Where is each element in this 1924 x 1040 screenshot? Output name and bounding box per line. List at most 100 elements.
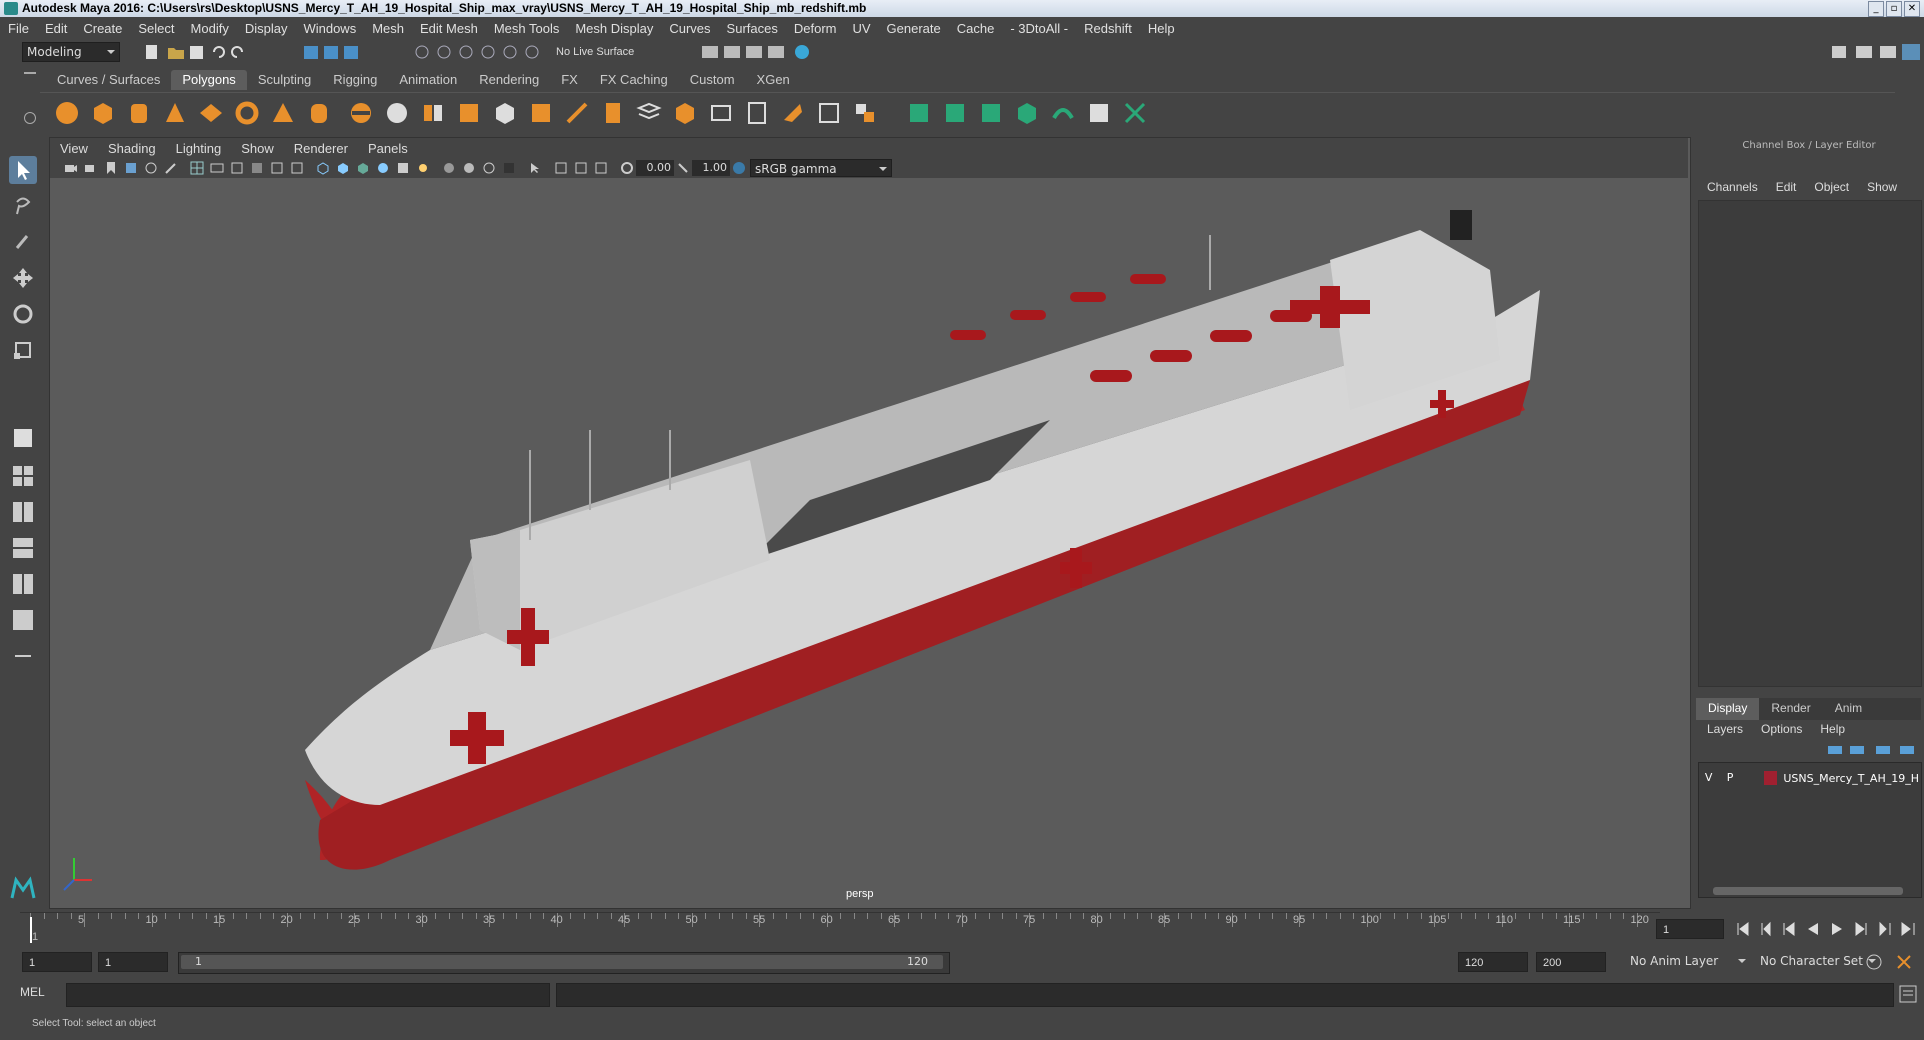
shelf-tab-rendering[interactable]: Rendering [468, 70, 550, 90]
poly-plane-icon[interactable] [198, 100, 224, 126]
poly-pyramid-icon[interactable] [270, 100, 296, 126]
layout-expand-icon[interactable] [9, 642, 37, 670]
shelf-tab-polygons[interactable]: Polygons [171, 70, 247, 90]
vp-menu-lighting[interactable]: Lighting [166, 141, 232, 156]
layer-playback-toggle[interactable]: P [1722, 770, 1737, 786]
render-icons-group[interactable] [700, 43, 820, 61]
range-slider-handle[interactable] [181, 955, 943, 969]
layout-outliner-icon[interactable] [9, 534, 37, 562]
smooth-icon[interactable] [456, 100, 482, 126]
multi-cut-icon[interactable] [708, 100, 734, 126]
menu-edit-mesh[interactable]: Edit Mesh [412, 21, 486, 36]
mode-selector[interactable]: Modeling [22, 42, 120, 62]
shelf-tab-fx-caching[interactable]: FX Caching [589, 70, 679, 90]
shaded-wire-icon[interactable] [356, 161, 370, 175]
live-surface-label[interactable]: No Live Surface [556, 43, 656, 61]
smooth-shade-icon[interactable] [336, 161, 350, 175]
layer-tab-anim[interactable]: Anim [1823, 698, 1874, 720]
layer-row[interactable]: V P USNS_Mercy_T_AH_19_H [1701, 769, 1919, 787]
layout-single-icon[interactable] [9, 424, 37, 452]
bevel-icon[interactable] [564, 100, 590, 126]
two-d-pan-icon[interactable] [144, 161, 158, 175]
layer-menu-help[interactable]: Help [1811, 722, 1854, 736]
cb-menu-show[interactable]: Show [1858, 180, 1906, 194]
fill-hole-icon[interactable] [672, 100, 698, 126]
shelf-tab-fx[interactable]: FX [550, 70, 589, 90]
wireframe-icon[interactable] [316, 161, 330, 175]
character-set-dropdown[interactable]: No Character Set [1756, 952, 1880, 972]
camera-lock-icon[interactable] [84, 161, 98, 175]
append-polygon-icon[interactable] [636, 100, 662, 126]
menu-curves[interactable]: Curves [661, 21, 718, 36]
anti-aliasing-icon[interactable] [502, 161, 516, 175]
vp-menu-panels[interactable]: Panels [358, 141, 418, 156]
screen-space-ao-icon[interactable] [462, 161, 476, 175]
bridge-icon[interactable] [600, 100, 626, 126]
paint-select-tool-icon[interactable] [9, 228, 37, 256]
panel-toggle-icons[interactable] [1830, 42, 1924, 62]
poly-cone-icon[interactable] [162, 100, 188, 126]
menu-redshift[interactable]: Redshift [1076, 21, 1140, 36]
menu-surfaces[interactable]: Surfaces [719, 21, 786, 36]
minimize-button[interactable]: _ [1868, 1, 1884, 17]
grid-toggle-icon[interactable] [190, 161, 204, 175]
layer-tab-render[interactable]: Render [1759, 698, 1822, 720]
uv-unfold-icon[interactable] [1050, 100, 1076, 126]
anim-layer-dropdown[interactable]: No Anim Layer [1626, 952, 1750, 972]
color-management-icon[interactable] [732, 161, 746, 175]
exposure-field[interactable]: 0.00 [636, 160, 674, 176]
layer-list-scrollbar[interactable] [1713, 887, 1903, 895]
poly-sphere-icon[interactable] [54, 100, 80, 126]
menu-modify[interactable]: Modify [183, 21, 237, 36]
menu-edit[interactable]: Edit [37, 21, 75, 36]
move-tool-icon[interactable] [9, 264, 37, 292]
shelf-tab-custom[interactable]: Custom [679, 70, 746, 90]
gate-mask-icon[interactable] [250, 161, 264, 175]
poly-pipe-icon[interactable] [306, 100, 332, 126]
menu-select[interactable]: Select [130, 21, 182, 36]
resolution-gate-icon[interactable] [230, 161, 244, 175]
rotate-tool-icon[interactable] [9, 300, 37, 328]
extrude-icon[interactable] [528, 100, 554, 126]
mel-label[interactable]: MEL [20, 985, 45, 999]
layout-graph-icon[interactable] [9, 570, 37, 598]
lasso-tool-icon[interactable] [9, 192, 37, 220]
snap-icons-group[interactable] [414, 43, 554, 61]
playback-end-field[interactable]: 120 [1458, 952, 1528, 972]
bookmark-icon[interactable] [104, 161, 118, 175]
xray-icon[interactable] [554, 161, 568, 175]
menu-cache[interactable]: Cache [949, 21, 1003, 36]
start-time-field[interactable]: 1 [22, 952, 92, 972]
film-gate-icon[interactable] [210, 161, 224, 175]
shelf-tab-curves-surfaces[interactable]: Curves / Surfaces [46, 70, 171, 90]
gamma-field[interactable]: 1.00 [692, 160, 730, 176]
menu-mesh-display[interactable]: Mesh Display [567, 21, 661, 36]
offset-edge-loop-icon[interactable] [780, 100, 806, 126]
uv-editor-icon[interactable] [1122, 100, 1148, 126]
menu-file[interactable]: File [0, 21, 37, 36]
cb-menu-channels[interactable]: Channels [1698, 180, 1767, 194]
layer-name[interactable]: USNS_Mercy_T_AH_19_H [1783, 772, 1919, 785]
isolate-select-icon[interactable] [528, 161, 542, 175]
menu-uv[interactable]: UV [844, 21, 878, 36]
command-input[interactable] [66, 983, 550, 1007]
menu-mesh-tools[interactable]: Mesh Tools [486, 21, 568, 36]
menu-deform[interactable]: Deform [786, 21, 845, 36]
layout-four-icon[interactable] [9, 462, 37, 490]
menu-generate[interactable]: Generate [879, 21, 949, 36]
range-slider[interactable]: 1 120 [178, 952, 950, 974]
vp-menu-view[interactable]: View [50, 141, 98, 156]
camera-select-icon[interactable] [64, 161, 78, 175]
combine-icon[interactable] [348, 100, 374, 126]
poly-cube-icon[interactable] [90, 100, 116, 126]
vp-menu-renderer[interactable]: Renderer [284, 141, 358, 156]
shelf-tab-xgen[interactable]: XGen [746, 70, 801, 90]
vp-menu-show[interactable]: Show [231, 141, 284, 156]
default-material-icon[interactable] [376, 161, 390, 175]
time-slider[interactable]: 5 10 15 20 25 30 35 40 45 50 55 60 65 70 75 80 85 90 95 100… [20, 912, 1660, 946]
shelf-tab-rigging[interactable]: Rigging [322, 70, 388, 90]
playback-start-field[interactable]: 1 [98, 952, 168, 972]
range-prefs-icons[interactable] [1864, 952, 1920, 972]
layer-visibility-toggle[interactable]: V [1701, 770, 1716, 786]
menu-help[interactable]: Help [1140, 21, 1183, 36]
